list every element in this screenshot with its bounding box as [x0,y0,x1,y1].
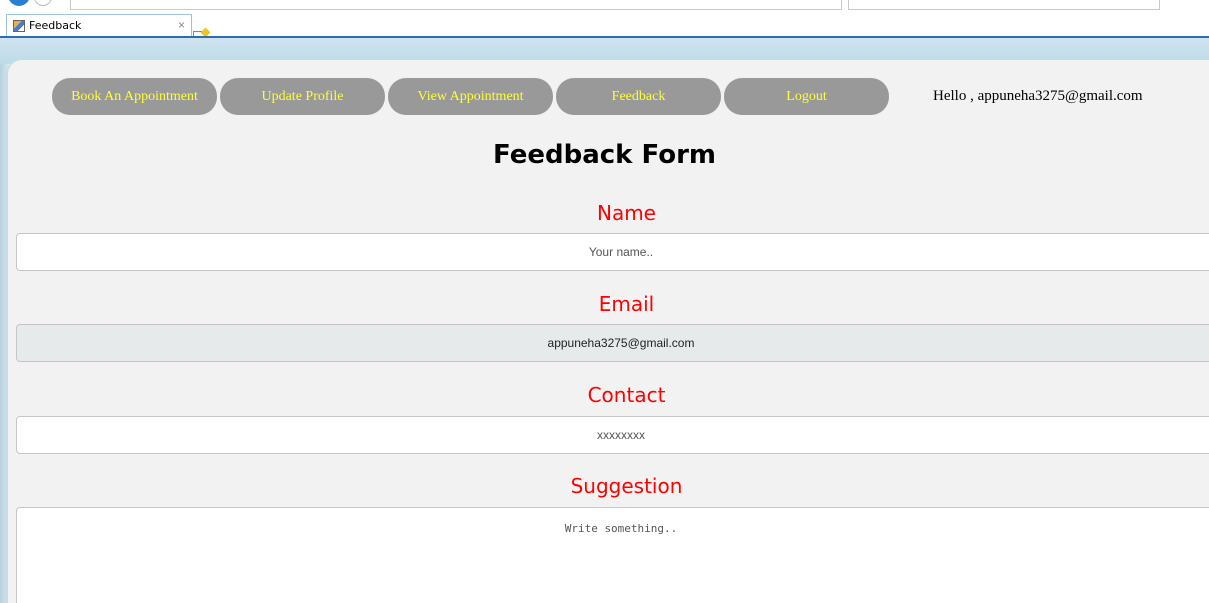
nav-feedback-button[interactable]: Feedback [556,78,721,115]
nav-book-appointment-button[interactable]: Book An Appointment [52,78,217,115]
email-label: Email [598,292,655,316]
name-label: Name [596,201,656,225]
forward-button[interactable] [34,0,52,6]
nav-logout-button[interactable]: Logout [724,78,889,115]
browser-toolbar [0,0,1209,14]
suggestion-label: Suggestion [570,474,683,498]
nav-update-profile-button[interactable]: Update Profile [220,78,385,115]
contact-input[interactable] [16,416,1209,454]
favicon-icon [13,19,25,32]
tab-strip: Feedback × [0,14,1209,47]
email-field[interactable] [16,324,1209,362]
page-title: Feedback Form [493,140,716,170]
tab-title: Feedback [29,19,82,32]
main-nav: Book An Appointment Update Profile View … [52,78,889,115]
nav-view-appointment-button[interactable]: View Appointment [388,78,553,115]
address-bar[interactable] [70,0,842,10]
back-button[interactable] [8,0,30,6]
user-greeting: Hello , appuneha3275@gmail.com [933,88,1143,104]
browser-search-bar[interactable] [848,0,1160,10]
name-input[interactable] [16,233,1209,271]
browser-tab[interactable]: Feedback × [6,14,192,36]
suggestion-textarea[interactable] [16,507,1209,603]
close-tab-icon[interactable]: × [178,18,185,32]
contact-label: Contact [587,383,666,407]
